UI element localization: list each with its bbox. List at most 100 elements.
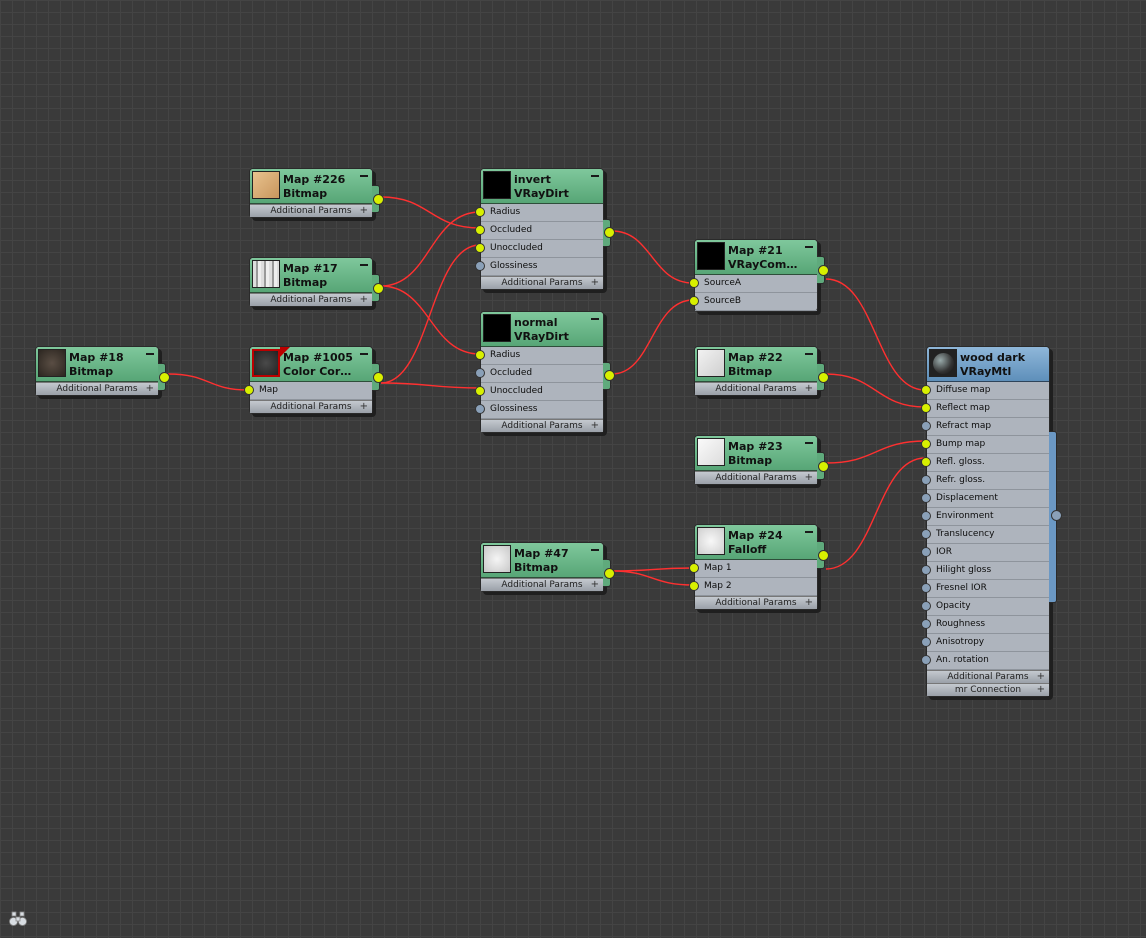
node-map-1005[interactable]: Map #1005 Color Cor… Map Additional Para… xyxy=(244,346,384,414)
slot-diffuse-map[interactable]: Diffuse map xyxy=(921,382,1049,400)
slot-unoccluded[interactable]: Unoccluded xyxy=(475,240,603,258)
input-socket[interactable] xyxy=(921,547,931,557)
input-socket[interactable] xyxy=(475,243,485,253)
node-map-47[interactable]: Map #47 Bitmap Additional Params + xyxy=(480,542,615,592)
node-invert-vraydirt[interactable]: invert VRayDirt Radius Occluded Unocclud… xyxy=(475,168,615,290)
output-socket[interactable] xyxy=(604,568,615,579)
expand-icon[interactable]: + xyxy=(591,277,599,289)
input-socket[interactable] xyxy=(475,386,485,396)
slot-glossiness[interactable]: Glossiness xyxy=(475,258,603,276)
minimize-icon[interactable] xyxy=(360,264,368,266)
node-header[interactable]: normal VRayDirt xyxy=(481,312,603,347)
node-header[interactable]: Map #24 Falloff xyxy=(695,525,817,560)
additional-params-rollout[interactable]: Additional Params + xyxy=(36,382,158,395)
slot-map-2[interactable]: Map 2 xyxy=(689,578,817,596)
expand-icon[interactable]: + xyxy=(805,597,813,609)
additional-params-rollout[interactable]: Additional Params + xyxy=(250,293,372,306)
input-socket[interactable] xyxy=(921,439,931,449)
node-map-226[interactable]: Map #226 Bitmap Additional Params + xyxy=(249,168,384,218)
input-socket[interactable] xyxy=(921,385,931,395)
minimize-icon[interactable] xyxy=(591,318,599,320)
expand-icon[interactable]: + xyxy=(1037,684,1045,696)
node-map-17[interactable]: Map #17 Bitmap Additional Params + xyxy=(249,257,384,307)
minimize-icon[interactable] xyxy=(805,442,813,444)
output-socket[interactable] xyxy=(818,550,829,561)
input-socket[interactable] xyxy=(475,350,485,360)
input-socket[interactable] xyxy=(921,493,931,503)
expand-icon[interactable]: + xyxy=(591,579,599,591)
minimize-icon[interactable] xyxy=(360,175,368,177)
slot-glossiness[interactable]: Glossiness xyxy=(475,401,603,419)
additional-params-rollout[interactable]: Additional Params + xyxy=(250,204,372,217)
additional-params-rollout[interactable]: Additional Params + xyxy=(927,670,1049,683)
minimize-icon[interactable] xyxy=(805,531,813,533)
minimize-icon[interactable] xyxy=(591,549,599,551)
input-socket[interactable] xyxy=(921,655,931,665)
input-socket[interactable] xyxy=(475,261,485,271)
input-socket[interactable] xyxy=(689,581,699,591)
slot-sourceb[interactable]: SourceB xyxy=(689,293,817,311)
slot-unoccluded[interactable]: Unoccluded xyxy=(475,383,603,401)
node-map-21[interactable]: Map #21 VRayCom… SourceA SourceB xyxy=(689,239,829,312)
slot-refr-gloss[interactable]: Refr. gloss. xyxy=(921,472,1049,490)
input-socket[interactable] xyxy=(689,296,699,306)
output-socket[interactable] xyxy=(373,283,384,294)
output-socket[interactable] xyxy=(373,372,384,383)
slot-fresnel-ior[interactable]: Fresnel IOR xyxy=(921,580,1049,598)
expand-icon[interactable]: + xyxy=(360,401,368,413)
slot-radius[interactable]: Radius xyxy=(475,347,603,365)
node-header[interactable]: Map #18 Bitmap xyxy=(36,347,158,382)
node-map-24-falloff[interactable]: Map #24 Falloff Map 1 Map 2 Additional P… xyxy=(689,524,829,610)
slot-displacement[interactable]: Displacement xyxy=(921,490,1049,508)
minimize-icon[interactable] xyxy=(360,353,368,355)
additional-params-rollout[interactable]: Additional Params + xyxy=(481,578,603,591)
output-socket[interactable] xyxy=(818,461,829,472)
node-header[interactable]: invert VRayDirt xyxy=(481,169,603,204)
additional-params-rollout[interactable]: Additional Params + xyxy=(695,596,817,609)
mr-connection-rollout[interactable]: mr Connection + xyxy=(927,683,1049,696)
node-normal-vraydirt[interactable]: normal VRayDirt Radius Occluded Unocclud… xyxy=(475,311,615,433)
slot-opacity[interactable]: Opacity xyxy=(921,598,1049,616)
slot-sourcea[interactable]: SourceA xyxy=(689,275,817,293)
input-socket[interactable] xyxy=(921,421,931,431)
slot-roughness[interactable]: Roughness xyxy=(921,616,1049,634)
input-socket[interactable] xyxy=(689,563,699,573)
input-socket[interactable] xyxy=(921,529,931,539)
additional-params-rollout[interactable]: Additional Params + xyxy=(695,382,817,395)
input-socket[interactable] xyxy=(921,511,931,521)
output-socket[interactable] xyxy=(159,372,170,383)
slot-anisotropy[interactable]: Anisotropy xyxy=(921,634,1049,652)
minimize-icon[interactable] xyxy=(805,246,813,248)
node-map-22[interactable]: Map #22 Bitmap Additional Params + xyxy=(694,346,829,396)
output-socket[interactable] xyxy=(604,227,615,238)
input-socket[interactable] xyxy=(475,207,485,217)
input-socket[interactable] xyxy=(921,403,931,413)
node-wood-dark-vraymtl[interactable]: wood dark VRayMtl Diffuse map Reflect ma… xyxy=(921,346,1062,697)
expand-icon[interactable]: + xyxy=(360,294,368,306)
expand-icon[interactable]: + xyxy=(360,205,368,217)
slot-radius[interactable]: Radius xyxy=(475,204,603,222)
slot-map-1[interactable]: Map 1 xyxy=(689,560,817,578)
node-editor-canvas[interactable]: Map #18 Bitmap Additional Params + Map #2… xyxy=(0,0,1146,938)
slot-map[interactable]: Map xyxy=(244,382,372,400)
input-socket[interactable] xyxy=(921,475,931,485)
node-map-23[interactable]: Map #23 Bitmap Additional Params + xyxy=(694,435,829,485)
input-socket[interactable] xyxy=(689,278,699,288)
slot-translucency[interactable]: Translucency xyxy=(921,526,1049,544)
expand-icon[interactable]: + xyxy=(805,472,813,484)
output-socket[interactable] xyxy=(1051,510,1062,521)
minimize-icon[interactable] xyxy=(805,353,813,355)
output-socket[interactable] xyxy=(373,194,384,205)
expand-icon[interactable]: + xyxy=(805,383,813,395)
slot-an-rotation[interactable]: An. rotation xyxy=(921,652,1049,670)
slot-ior[interactable]: IOR xyxy=(921,544,1049,562)
output-socket[interactable] xyxy=(818,265,829,276)
input-socket[interactable] xyxy=(475,368,485,378)
node-header[interactable]: Map #22 Bitmap xyxy=(695,347,817,382)
output-socket[interactable] xyxy=(818,372,829,383)
input-socket[interactable] xyxy=(475,225,485,235)
input-socket[interactable] xyxy=(244,385,254,395)
input-socket[interactable] xyxy=(921,619,931,629)
additional-params-rollout[interactable]: Additional Params + xyxy=(250,400,372,413)
node-header[interactable]: Map #23 Bitmap xyxy=(695,436,817,471)
